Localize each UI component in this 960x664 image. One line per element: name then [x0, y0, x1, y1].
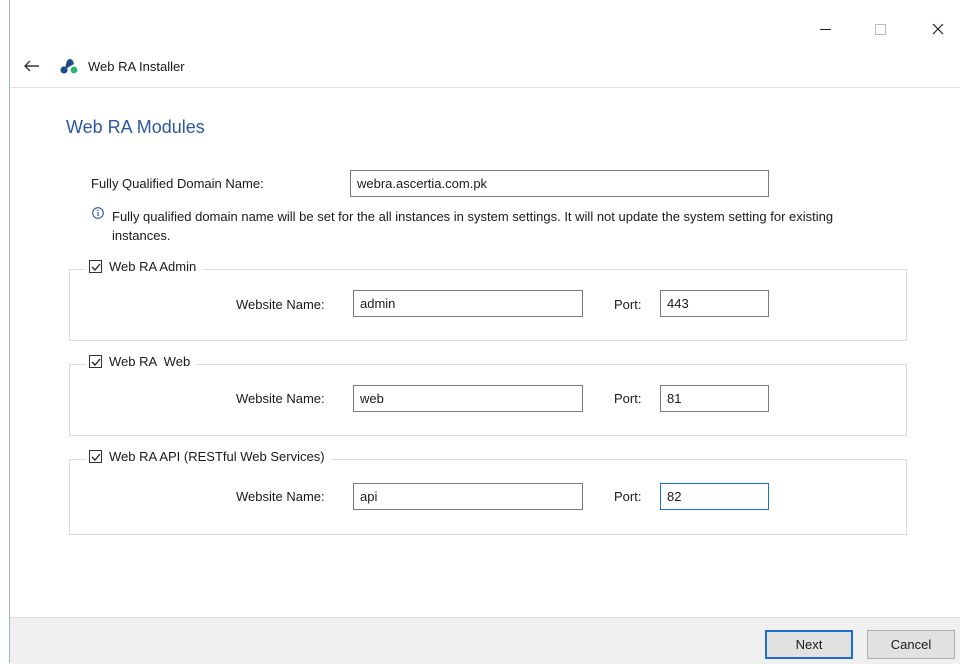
checkbox-admin[interactable]	[89, 260, 102, 273]
website-name-label-web: Website Name:	[236, 391, 325, 406]
module-label-admin: Web RA Admin	[109, 259, 197, 274]
fqdn-label: Fully Qualified Domain Name:	[91, 176, 264, 191]
installer-window: Web RA Installer Web RA Modules Fully Qu…	[0, 0, 960, 664]
checkmark-icon	[91, 358, 100, 366]
maximize-button[interactable]	[860, 14, 900, 44]
minimize-button[interactable]	[805, 14, 845, 44]
title-divider	[10, 87, 960, 88]
page-title: Web RA Modules	[66, 117, 205, 137]
module-legend-web[interactable]: Web RA Web	[86, 354, 197, 369]
website-name-label-admin: Website Name:	[236, 297, 325, 312]
module-label-api: Web RA API (RESTful Web Services)	[109, 449, 325, 464]
website-name-input-web[interactable]	[353, 385, 583, 412]
checkmark-icon	[91, 453, 100, 461]
port-label-web: Port:	[614, 391, 642, 406]
close-icon	[932, 23, 944, 35]
port-input-admin[interactable]	[660, 290, 769, 317]
info-icon	[92, 207, 104, 219]
window-title: Web RA Installer	[88, 59, 185, 74]
minimize-icon	[819, 28, 831, 30]
back-arrow-icon[interactable]	[22, 58, 42, 74]
app-logo-icon	[60, 59, 78, 74]
port-input-api[interactable]	[660, 483, 769, 510]
checkbox-web[interactable]	[89, 355, 102, 368]
website-name-label-api: Website Name:	[236, 489, 325, 504]
module-legend-api[interactable]: Web RA API (RESTful Web Services)	[86, 449, 331, 464]
window-border	[9, 0, 10, 663]
module-legend-admin[interactable]: Web RA Admin	[86, 259, 203, 274]
port-label-api: Port:	[614, 489, 642, 504]
fqdn-info-text: Fully qualified domain name will be set …	[112, 209, 834, 243]
module-label-web: Web RA Web	[109, 354, 191, 369]
next-button[interactable]: Next	[765, 630, 853, 659]
port-label-admin: Port:	[614, 297, 642, 312]
close-button[interactable]	[918, 14, 958, 44]
website-name-input-api[interactable]	[353, 483, 583, 510]
fqdn-input[interactable]	[350, 170, 769, 197]
maximize-icon	[874, 23, 886, 35]
checkbox-api[interactable]	[89, 450, 102, 463]
port-input-web[interactable]	[660, 385, 769, 412]
checkmark-icon	[91, 263, 100, 271]
website-name-input-admin[interactable]	[353, 290, 583, 317]
cancel-button[interactable]: Cancel	[867, 630, 955, 659]
